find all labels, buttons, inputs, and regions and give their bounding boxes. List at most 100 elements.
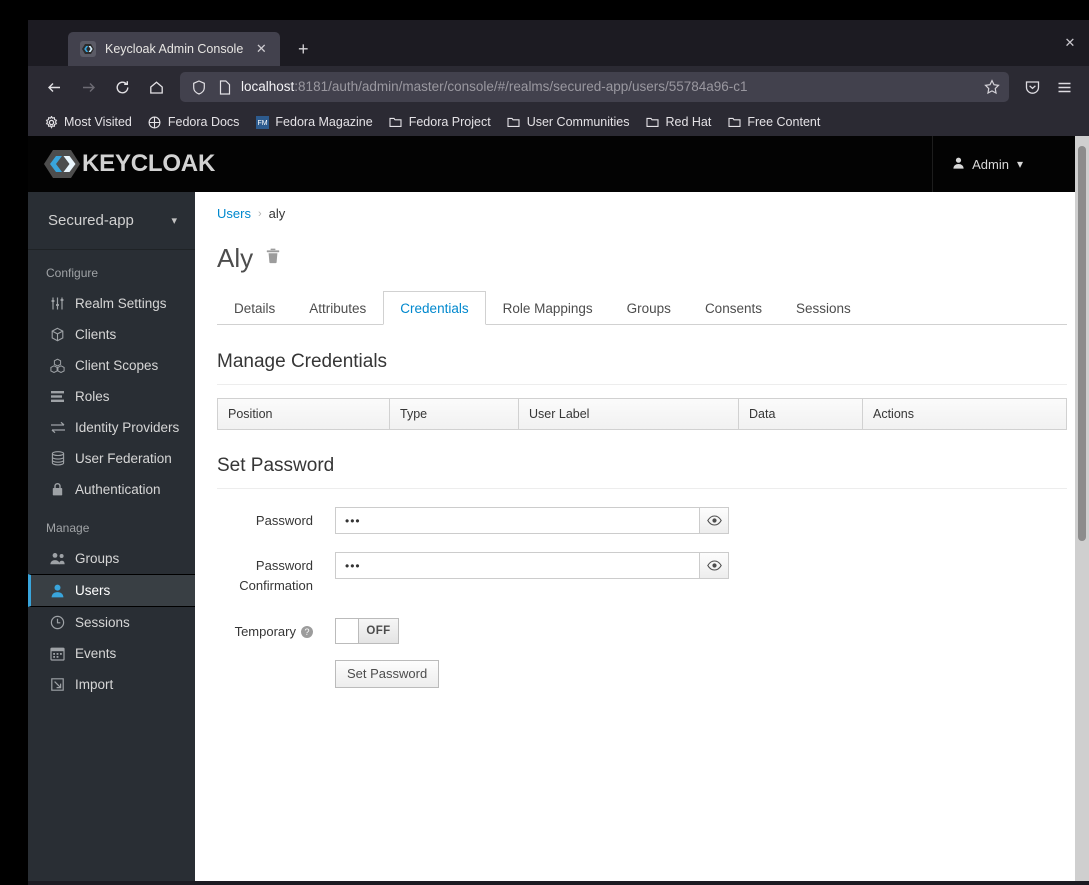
page-scrollbar-track[interactable] xyxy=(1075,136,1089,881)
bookmark-most-visited[interactable]: Most Visited xyxy=(38,112,138,132)
tab-sessions[interactable]: Sessions xyxy=(779,291,868,325)
column-data[interactable]: Data xyxy=(738,398,863,430)
column-actions[interactable]: Actions xyxy=(863,399,1067,430)
temporary-toggle[interactable]: OFF xyxy=(335,618,399,644)
tab-role-mappings[interactable]: Role Mappings xyxy=(486,291,610,325)
browser-tab[interactable]: Keycloak Admin Console ✕ xyxy=(68,32,281,66)
bookmark-fedora-magazine[interactable]: FM Fedora Magazine xyxy=(249,112,378,132)
reload-button[interactable] xyxy=(106,72,138,102)
sidebar-item-import[interactable]: Import xyxy=(28,669,195,700)
hamburger-menu-icon[interactable] xyxy=(1049,72,1079,102)
sidebar-item-label: Authentication xyxy=(75,482,161,497)
tab-close-icon[interactable]: ✕ xyxy=(252,40,270,58)
page-info-icon[interactable] xyxy=(216,77,234,97)
keycloak-app: KEYCLOAK Admin ▾ Secured-app ▾ Configure… xyxy=(28,136,1089,881)
bookmark-fedora-project[interactable]: Fedora Project xyxy=(383,112,497,132)
set-password-title: Set Password xyxy=(217,455,1067,489)
sidebar-item-user-federation[interactable]: User Federation xyxy=(28,443,195,474)
sidebar-item-label: Groups xyxy=(75,551,120,566)
bookmark-user-communities[interactable]: User Communities xyxy=(501,112,636,132)
address-bar[interactable]: localhost:8181/auth/admin/master/console… xyxy=(180,72,1009,102)
app-header: KEYCLOAK Admin ▾ xyxy=(28,136,1089,192)
new-tab-button[interactable]: + xyxy=(288,34,318,64)
sidebar-item-clients[interactable]: Clients xyxy=(28,319,195,350)
bookmark-free-content[interactable]: Free Content xyxy=(721,112,826,132)
clock-icon xyxy=(49,613,66,632)
sidebar-item-users[interactable]: Users xyxy=(28,574,195,607)
question-icon[interactable]: ? xyxy=(301,626,313,638)
calendar-icon xyxy=(49,644,66,663)
password-confirmation-input[interactable]: ••• xyxy=(335,552,700,579)
submit-spacer xyxy=(217,660,335,664)
page-scrollbar-thumb[interactable] xyxy=(1078,146,1086,541)
cubes-icon xyxy=(49,356,66,375)
window-close-button[interactable]: ✕ xyxy=(1057,30,1083,56)
bookmark-red-hat[interactable]: Red Hat xyxy=(640,112,718,132)
browser-window: Keycloak Admin Console ✕ + ✕ localhost:8… xyxy=(28,20,1089,885)
home-button[interactable] xyxy=(140,72,172,102)
breadcrumb: Users › aly xyxy=(195,192,1089,221)
tab-attributes[interactable]: Attributes xyxy=(292,291,383,325)
credentials-table: Position Type User Label Data Actions xyxy=(217,398,1067,430)
keycloak-logo[interactable]: KEYCLOAK xyxy=(44,149,215,179)
column-type[interactable]: Type xyxy=(389,398,519,430)
eye-icon[interactable] xyxy=(700,552,729,579)
sidebar-item-groups[interactable]: Groups xyxy=(28,543,195,574)
magazine-icon: FM xyxy=(255,115,269,129)
exchange-icon xyxy=(49,418,66,437)
temporary-row: Temporary? OFF xyxy=(217,618,1067,644)
column-user-label[interactable]: User Label xyxy=(518,398,739,430)
set-password-button[interactable]: Set Password xyxy=(335,660,440,688)
sidebar-item-authentication[interactable]: Authentication xyxy=(28,474,195,505)
pocket-save-icon[interactable] xyxy=(1017,72,1047,102)
tab-details[interactable]: Details xyxy=(217,291,292,325)
breadcrumb-separator: › xyxy=(257,207,262,220)
tab-consents[interactable]: Consents xyxy=(688,291,779,325)
sidebar-item-label: Realm Settings xyxy=(75,296,167,311)
column-position[interactable]: Position xyxy=(217,398,390,430)
bookmark-star-icon[interactable] xyxy=(981,76,1003,98)
bookmark-label: Most Visited xyxy=(64,115,132,129)
folder-icon xyxy=(727,115,741,129)
tab-groups[interactable]: Groups xyxy=(610,291,688,325)
sidebar-item-realm-settings[interactable]: Realm Settings xyxy=(28,288,195,319)
sidebar-item-events[interactable]: Events xyxy=(28,638,195,669)
password-input[interactable]: ••• xyxy=(335,507,700,534)
sidebar-item-label: Identity Providers xyxy=(75,420,180,435)
sidebar-section-configure: Configure xyxy=(46,266,99,280)
import-icon xyxy=(49,675,66,694)
url-path: :8181/auth/admin/master/console/#/realms… xyxy=(294,79,748,94)
sidebar-item-client-scopes[interactable]: Client Scopes xyxy=(28,350,195,381)
bookmark-fedora-docs[interactable]: Fedora Docs xyxy=(142,112,246,132)
breadcrumb-users-link[interactable]: Users xyxy=(217,206,251,221)
trash-icon[interactable] xyxy=(266,248,280,269)
shield-icon[interactable] xyxy=(189,77,209,97)
sidebar-section-manage: Manage xyxy=(46,521,90,535)
lock-icon xyxy=(49,480,66,499)
browser-toolbar: localhost:8181/auth/admin/master/console… xyxy=(28,66,1089,108)
back-button[interactable] xyxy=(38,72,70,102)
user-menu[interactable]: Admin ▾ xyxy=(932,136,1023,192)
password-confirmation-label: Password Confirmation xyxy=(239,558,313,593)
sidebar-item-identity-providers[interactable]: Identity Providers xyxy=(28,412,195,443)
svg-text:FM: FM xyxy=(257,120,267,127)
browser-tab-title: Keycloak Admin Console xyxy=(105,42,244,56)
folder-icon xyxy=(646,115,660,129)
sidebar-item-roles[interactable]: Roles xyxy=(28,381,195,412)
sidebar-item-label: User Federation xyxy=(75,451,172,466)
tab-credentials[interactable]: Credentials xyxy=(383,291,486,325)
forward-button[interactable] xyxy=(72,72,104,102)
url-text[interactable]: localhost:8181/auth/admin/master/console… xyxy=(241,72,974,102)
toggle-state-label: OFF xyxy=(359,619,398,643)
password-input-group: ••• xyxy=(335,507,729,534)
gear-icon xyxy=(44,115,58,129)
password-confirmation-row: Password Confirmation ••• xyxy=(217,552,1067,596)
manage-credentials-title: Manage Credentials xyxy=(217,351,1067,385)
set-password-form: Password ••• Password Confirmation ••• T… xyxy=(195,507,1089,688)
sidebar-item-label: Events xyxy=(75,646,117,661)
realm-selector[interactable]: Secured-app ▾ xyxy=(28,192,195,250)
users-icon xyxy=(49,549,66,568)
sidebar-item-sessions[interactable]: Sessions xyxy=(28,607,195,638)
database-icon xyxy=(49,449,66,468)
eye-icon[interactable] xyxy=(700,507,729,534)
